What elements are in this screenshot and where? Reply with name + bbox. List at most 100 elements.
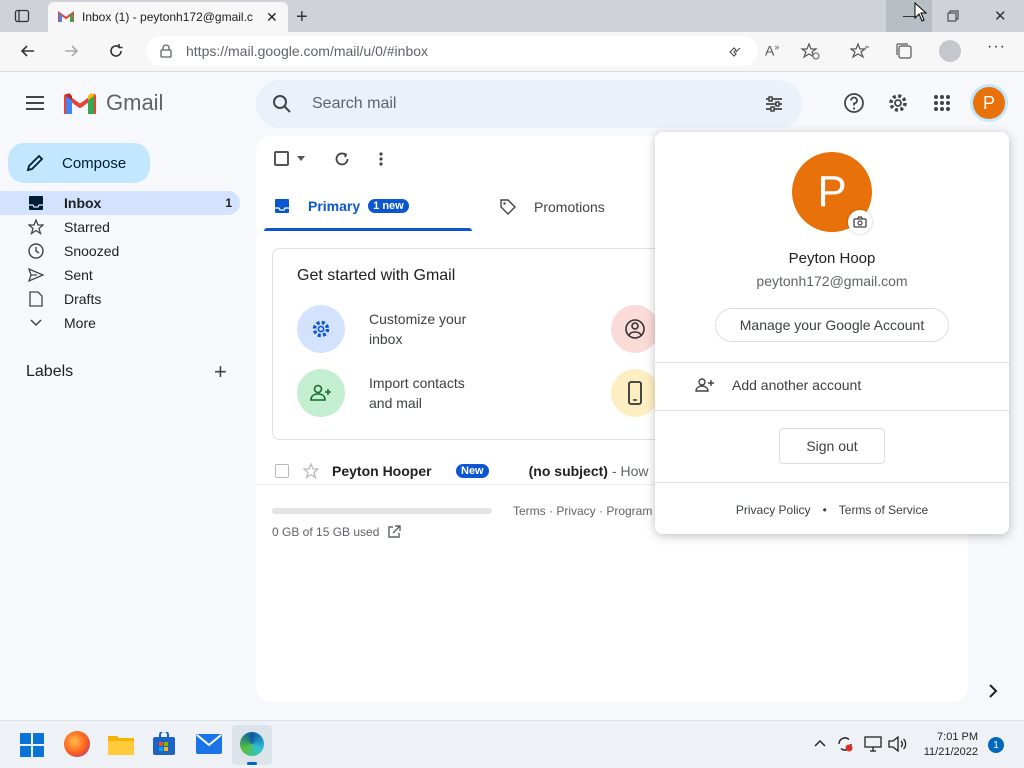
search-icon[interactable] xyxy=(272,94,292,114)
storage-text: 0 GB of 15 GB used xyxy=(272,525,380,539)
search-bar[interactable]: Search mail xyxy=(256,80,802,128)
account-popup: P Peyton Hoop peytonh172@gmail.com Manag… xyxy=(655,132,1009,534)
row-divider xyxy=(256,484,656,485)
chevron-down-icon xyxy=(28,315,44,331)
refresh-mail-icon[interactable] xyxy=(334,151,350,167)
google-apps-icon[interactable] xyxy=(933,94,951,112)
restore-button[interactable] xyxy=(946,9,960,23)
mobile-app-icon[interactable] xyxy=(611,369,659,417)
main-menu-icon[interactable] xyxy=(25,95,45,111)
email-snippet: - How xyxy=(611,463,649,479)
storage-usage[interactable]: 0 GB of 15 GB used xyxy=(272,525,402,539)
more-options-icon[interactable]: ··· xyxy=(987,38,1006,56)
open-external-icon[interactable] xyxy=(387,525,402,539)
storage-progress-bar xyxy=(272,508,492,514)
labels-heading: Labels xyxy=(26,363,74,380)
draft-icon xyxy=(28,291,44,307)
read-aloud-icon[interactable]: A» xyxy=(765,42,779,59)
popup-divider xyxy=(655,410,1009,411)
mouse-cursor-icon xyxy=(914,2,928,22)
collections-icon[interactable] xyxy=(895,42,913,60)
firefox-icon[interactable] xyxy=(64,731,90,757)
refresh-button[interactable] xyxy=(102,37,130,65)
manage-account-button[interactable]: Manage your Google Account xyxy=(715,308,949,342)
footer-bullet: • xyxy=(822,503,827,517)
gmail-m-icon xyxy=(64,91,96,116)
star-icon[interactable] xyxy=(303,463,319,479)
account-avatar-button[interactable]: P xyxy=(970,84,1008,122)
profile-picture-icon[interactable] xyxy=(611,305,659,353)
add-person-icon xyxy=(695,377,715,393)
new-tab-icon[interactable]: + xyxy=(296,6,308,29)
caret-down-icon xyxy=(297,156,305,161)
sidebar-item-drafts[interactable]: Drafts xyxy=(0,287,240,311)
sync-status-icon[interactable] xyxy=(836,735,854,753)
sidebar-item-starred[interactable]: Starred xyxy=(0,215,240,239)
compose-button[interactable]: Compose xyxy=(8,143,150,183)
select-all-checkbox[interactable] xyxy=(274,151,305,166)
camera-icon[interactable] xyxy=(848,210,872,234)
get-started-card: Get started with Gmail Customize your in… xyxy=(272,248,672,440)
create-label-icon[interactable]: + xyxy=(214,359,227,385)
pencil-icon xyxy=(26,154,44,172)
settings-gear-icon[interactable] xyxy=(887,92,909,114)
favorites-icon[interactable] xyxy=(850,42,870,60)
new-count-badge: 1 new xyxy=(368,199,409,213)
mail-app-icon[interactable] xyxy=(196,734,222,754)
back-button[interactable] xyxy=(14,37,42,65)
sidebar-item-more[interactable]: More xyxy=(0,311,240,335)
sign-out-button[interactable]: Sign out xyxy=(779,428,885,464)
gmail-logo[interactable]: Gmail xyxy=(64,90,163,116)
account-avatar-letter: P xyxy=(973,87,1005,119)
email-subject: (no subject) xyxy=(528,463,608,479)
browser-tab-gmail[interactable]: Inbox (1) - peytonh172@gmail.c ✕ xyxy=(48,2,288,32)
reading-view-icon[interactable] xyxy=(726,43,744,61)
add-favorite-icon[interactable] xyxy=(800,42,820,60)
profile-avatar-icon[interactable] xyxy=(939,40,961,62)
privacy-policy-link[interactable]: Privacy Policy xyxy=(736,503,811,517)
network-icon[interactable] xyxy=(864,736,882,752)
new-badge: New xyxy=(456,464,489,478)
chevron-right-icon[interactable] xyxy=(988,684,998,698)
inbox-unread-count: 1 xyxy=(225,196,232,210)
close-tab-icon[interactable]: ✕ xyxy=(266,9,278,26)
terms-of-service-link[interactable]: Terms of Service xyxy=(839,503,928,517)
tab-actions-icon[interactable] xyxy=(14,8,30,24)
show-hidden-icons-chevron-icon[interactable] xyxy=(814,739,826,747)
forward-button[interactable] xyxy=(57,37,85,65)
volume-icon[interactable] xyxy=(888,736,908,752)
windows-start-icon[interactable] xyxy=(20,733,44,757)
browser-toolbar: https://mail.google.com/mail/u/0/#inbox … xyxy=(0,32,1024,72)
tab-primary[interactable]: Primary 1 new xyxy=(274,198,409,214)
windows-taskbar: 7:01 PM 11/21/2022 1 xyxy=(0,720,1024,768)
search-options-icon[interactable] xyxy=(764,94,784,114)
close-window-button[interactable]: ✕ xyxy=(994,7,1007,25)
system-clock[interactable]: 7:01 PM 11/21/2022 xyxy=(920,730,978,760)
add-account-label: Add another account xyxy=(732,377,862,393)
gmail-favicon-icon xyxy=(58,11,74,23)
sidebar-item-label: Sent xyxy=(64,267,93,283)
file-explorer-icon[interactable] xyxy=(108,733,134,755)
tab-promotions[interactable]: Promotions xyxy=(499,198,605,216)
address-bar[interactable]: https://mail.google.com/mail/u/0/#inbox xyxy=(146,36,758,66)
sidebar-item-inbox[interactable]: Inbox 1 xyxy=(0,191,240,215)
footer-links[interactable]: Terms · Privacy · Program xyxy=(513,504,652,518)
popup-footer: Privacy Policy • Terms of Service xyxy=(655,503,1009,517)
import-contacts-item[interactable]: Import contacts and mail xyxy=(297,369,489,417)
microsoft-store-icon[interactable] xyxy=(152,732,176,756)
lock-icon xyxy=(160,44,172,58)
notification-badge[interactable]: 1 xyxy=(988,737,1004,753)
edge-taskbar-button[interactable] xyxy=(232,725,272,765)
sidebar-item-label: Starred xyxy=(64,219,110,235)
send-icon xyxy=(28,267,44,283)
clock-date: 11/21/2022 xyxy=(923,746,978,758)
email-checkbox[interactable] xyxy=(275,464,289,478)
email-row[interactable]: Peyton Hooper New (no subject) - How xyxy=(256,458,656,484)
add-account-button[interactable]: Add another account xyxy=(695,377,861,393)
more-vert-icon[interactable] xyxy=(378,151,384,167)
search-input[interactable]: Search mail xyxy=(312,95,396,113)
sidebar-item-sent[interactable]: Sent xyxy=(0,263,240,287)
help-icon[interactable] xyxy=(843,92,865,114)
sidebar-item-snoozed[interactable]: Snoozed xyxy=(0,239,240,263)
customize-inbox-item[interactable]: Customize your inbox xyxy=(297,305,489,353)
